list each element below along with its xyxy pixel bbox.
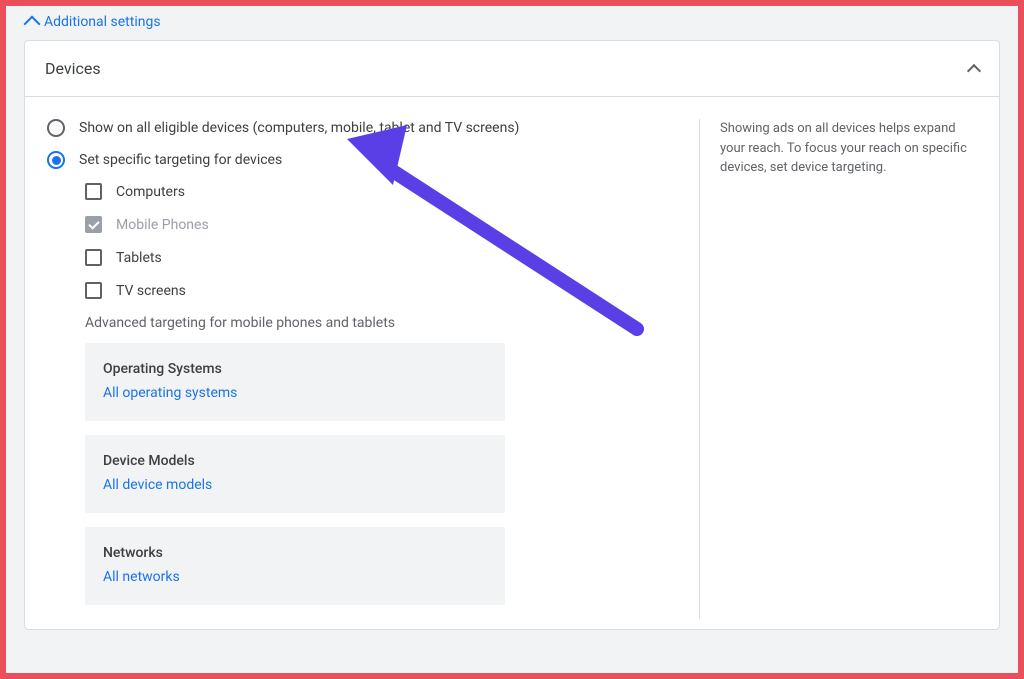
networks-title: Networks [103, 545, 487, 561]
devices-card: Devices Show on all eligible devices (co… [24, 40, 1000, 630]
device-checkbox-group: Computers Mobile Phones Tablets TV scree… [85, 183, 669, 605]
models-title: Device Models [103, 453, 487, 469]
additional-settings-link[interactable]: Additional settings [6, 6, 1018, 40]
devices-options-column: Show on all eligible devices (computers,… [47, 119, 669, 619]
chevron-up-icon [967, 63, 981, 77]
networks-section[interactable]: Networks All networks [85, 527, 505, 605]
radio-icon [47, 119, 65, 137]
radio-all-devices-label: Show on all eligible devices (computers,… [79, 120, 519, 136]
devices-help-text: Showing ads on all devices helps expand … [699, 119, 979, 619]
os-title: Operating Systems [103, 361, 487, 377]
checkbox-tablets[interactable]: Tablets [85, 249, 669, 266]
devices-title: Devices [45, 59, 101, 78]
device-models-section[interactable]: Device Models All device models [85, 435, 505, 513]
networks-link[interactable]: All networks [103, 569, 487, 585]
checkbox-tv-label: TV screens [116, 283, 186, 299]
radio-icon [47, 151, 65, 169]
screenshot-border: Additional settings Devices Show on all … [0, 0, 1024, 679]
checkbox-icon [85, 183, 102, 200]
radio-specific-targeting[interactable]: Set specific targeting for devices [47, 151, 669, 169]
checkbox-tv-screens[interactable]: TV screens [85, 282, 669, 299]
checkbox-computers[interactable]: Computers [85, 183, 669, 200]
chevron-up-icon [24, 16, 41, 33]
os-link[interactable]: All operating systems [103, 385, 487, 401]
checkbox-mobile-phones: Mobile Phones [85, 216, 669, 233]
radio-specific-label: Set specific targeting for devices [79, 152, 282, 168]
models-link[interactable]: All device models [103, 477, 487, 493]
advanced-targeting-heading: Advanced targeting for mobile phones and… [85, 315, 669, 331]
checkbox-mobile-label: Mobile Phones [116, 217, 209, 233]
operating-systems-section[interactable]: Operating Systems All operating systems [85, 343, 505, 421]
additional-settings-label: Additional settings [44, 14, 161, 30]
radio-all-devices[interactable]: Show on all eligible devices (computers,… [47, 119, 669, 137]
devices-card-body: Show on all eligible devices (computers,… [25, 97, 999, 629]
checkbox-computers-label: Computers [116, 184, 185, 200]
checkbox-icon [85, 249, 102, 266]
checkbox-locked-icon [85, 216, 102, 233]
devices-card-header[interactable]: Devices [25, 41, 999, 97]
checkbox-tablets-label: Tablets [116, 250, 162, 266]
checkbox-icon [85, 282, 102, 299]
